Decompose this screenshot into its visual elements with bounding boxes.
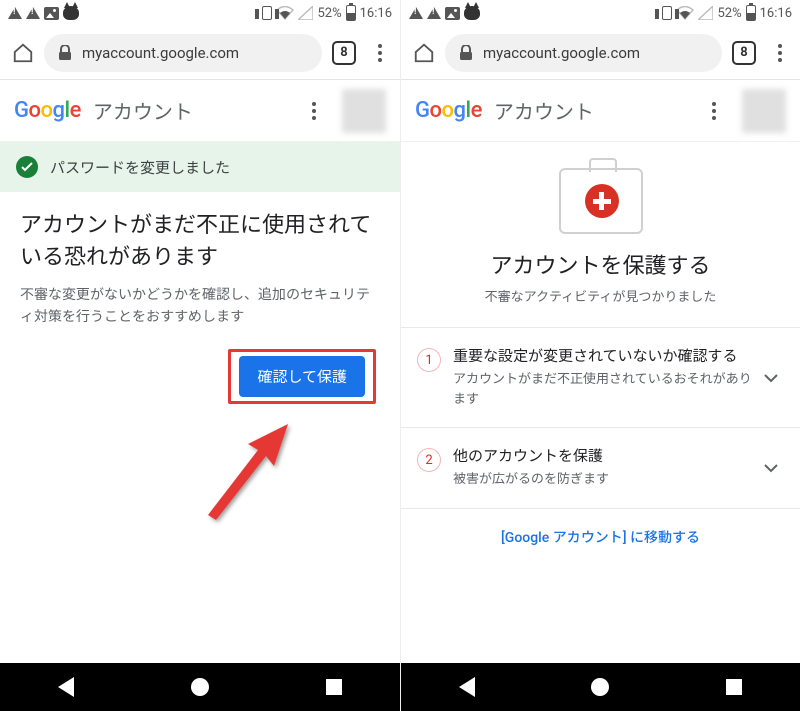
lock-icon [58,45,72,61]
phone-left: ! ! 52% 16:16 myaccount.google.com 8 Goo… [0,0,400,711]
battery-pct: 52% [317,6,341,21]
app-menu-icon[interactable] [700,102,728,120]
home-icon[interactable] [407,36,441,70]
cat-icon [464,6,480,20]
checkmark-icon [16,156,38,178]
cta-highlight-box: 確認して保護 [228,349,376,404]
step-title: 重要な設定が変更されていないか確認する [453,346,752,367]
cat-icon [63,6,79,20]
address-bar[interactable]: myaccount.google.com [44,34,322,72]
steps-list: 1 重要な設定が変更されていないか確認する アカウントがまだ不正使用されているお… [401,327,800,509]
warning-subtext: 不審な変更がないかどうかを確認し、追加のセキュリティ対策を行うことをおすすめしま… [0,284,400,349]
warning-icon: ! [409,7,423,19]
google-logo: Google [14,98,81,123]
warning-icon: ! [26,7,40,19]
status-right: 52% 16:16 [662,5,792,21]
url-text: myaccount.google.com [82,44,239,62]
status-right: 52% 16:16 [262,5,392,21]
overflow-menu-icon[interactable] [766,44,794,62]
battery-icon [346,5,356,21]
tab-switcher[interactable]: 8 [732,41,756,65]
wifi-icon [676,6,694,20]
step-title: 他のアカウントを保護 [453,446,752,467]
home-nav-icon[interactable] [191,678,209,696]
overflow-menu-icon[interactable] [366,44,394,62]
browser-toolbar: myaccount.google.com 8 [0,26,400,80]
status-bar: ! ! 52% 16:16 [401,0,800,26]
app-title: アカウント [93,96,193,125]
android-navbar [0,663,400,711]
avatar[interactable] [742,89,786,133]
warning-icon: ! [8,7,22,19]
annotation-arrow-icon [188,420,298,530]
battery-pct: 52% [717,6,741,21]
app-header: Google アカウント [0,80,400,142]
first-aid-illustration [401,142,800,248]
url-text: myaccount.google.com [483,44,640,62]
address-bar[interactable]: myaccount.google.com [445,34,722,72]
app-menu-icon[interactable] [300,102,328,120]
main-content-right: アカウントを保護する 不審なアクティビティが見つかりました 1 重要な設定が変更… [401,142,800,663]
verify-protect-button[interactable]: 確認して保護 [239,356,365,397]
picture-icon [44,7,59,20]
step-item-2[interactable]: 2 他のアカウントを保護 被害が広がるのを防ぎます [401,428,800,509]
protect-subtext: 不審なアクティビティが見つかりました [401,286,800,327]
app-title: アカウント [494,96,594,125]
first-aid-kit-icon [559,168,643,234]
clock: 16:16 [760,6,792,21]
vibrate-icon [262,6,272,20]
wifi-icon [276,6,294,20]
vibrate-icon [662,6,672,20]
main-content-left: パスワードを変更しました アカウントがまだ不正に使用されている恐れがあります 不… [0,142,400,663]
step-number: 1 [417,348,441,372]
status-bar: ! ! 52% 16:16 [0,0,400,26]
signal-icon [698,6,713,20]
phone-right: ! ! 52% 16:16 myaccount.google.com 8 Goo… [400,0,800,711]
status-left: ! ! [409,6,480,20]
banner-text: パスワードを変更しました [50,157,230,178]
warning-icon: ! [427,7,441,19]
status-left: ! ! [8,6,79,20]
chevron-down-icon [764,458,784,477]
signal-icon [298,6,313,20]
go-to-account-link[interactable]: [Google アカウント] に移動する [501,530,700,546]
google-logo: Google [415,98,482,123]
step-item-1[interactable]: 1 重要な設定が変更されていないか確認する アカウントがまだ不正使用されているお… [401,328,800,428]
picture-icon [445,7,460,20]
cta-row: 確認して保護 [0,349,400,404]
step-desc: 被害が広がるのを防ぎます [453,470,752,490]
back-icon[interactable] [58,677,74,697]
success-banner: パスワードを変更しました [0,142,400,192]
back-icon[interactable] [459,677,475,697]
android-navbar [401,663,800,711]
avatar[interactable] [342,89,386,133]
recent-apps-icon[interactable] [726,679,742,695]
link-row: [Google アカウント] に移動する [401,509,800,565]
step-desc: アカウントがまだ不正使用されているおそれがあります [453,370,752,409]
battery-icon [746,5,756,21]
step-number: 2 [417,448,441,472]
protect-headline: アカウントを保護する [401,248,800,286]
browser-toolbar: myaccount.google.com 8 [401,26,800,80]
warning-headline: アカウントがまだ不正に使用されている恐れがあります [0,192,400,284]
home-nav-icon[interactable] [591,678,609,696]
chevron-down-icon [764,368,784,387]
clock: 16:16 [360,6,392,21]
app-header: Google アカウント [401,80,800,142]
tab-switcher[interactable]: 8 [332,41,356,65]
home-icon[interactable] [6,36,40,70]
lock-icon [459,45,473,61]
recent-apps-icon[interactable] [326,679,342,695]
